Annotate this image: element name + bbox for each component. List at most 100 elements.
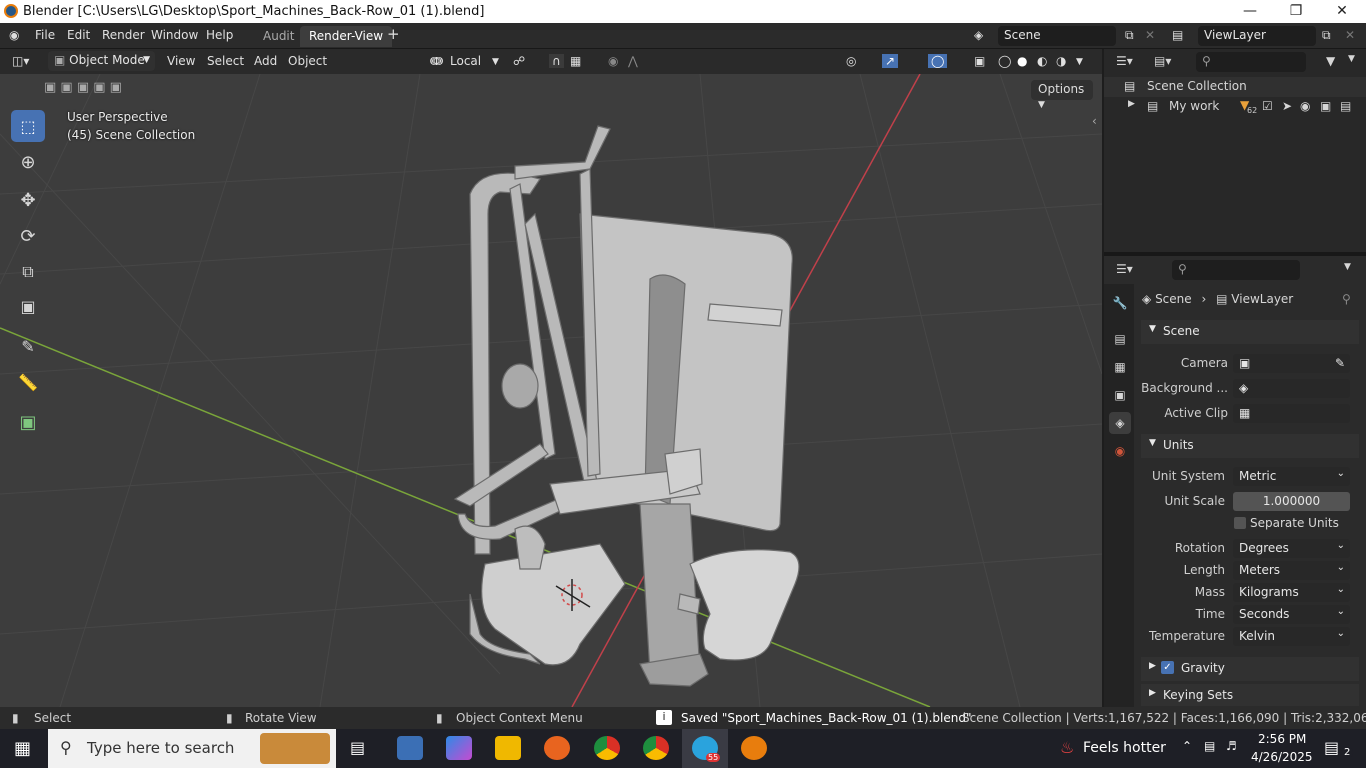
new-scene-icon[interactable]: ⧉ — [1125, 28, 1134, 43]
render-tab-icon[interactable]: ▤ — [1109, 328, 1131, 350]
snap-icon[interactable]: ∩ — [549, 54, 564, 68]
delete-viewlayer-icon[interactable]: ✕ — [1345, 28, 1355, 42]
checkbox-icon[interactable]: ☑ — [1262, 99, 1273, 113]
workspace-tab-audit[interactable]: Audit — [254, 26, 303, 47]
scale-tool[interactable]: ⧉ — [11, 256, 45, 288]
taskbar-search-box[interactable]: ⚲ Type here to search — [48, 729, 336, 768]
unit-system-dropdown[interactable]: Metric ⌄ — [1233, 467, 1350, 486]
overlay-toggle-icon[interactable]: ◯ — [928, 54, 948, 68]
units-panel-header[interactable]: ▼ Units — [1141, 434, 1359, 458]
gizmo-toggle-icon[interactable]: ↗ — [882, 54, 899, 68]
restore-button[interactable]: ❐ — [1273, 0, 1319, 23]
tool-tab-icon[interactable]: 🔧 — [1109, 292, 1131, 314]
files-app-icon[interactable] — [397, 736, 423, 760]
clock-date[interactable]: 4/26/2025 — [1251, 750, 1313, 764]
outliner-item-my-work[interactable]: ▶ ▤ My work ▼ 62 ☑ ➤ ◉ ▣ ▤ — [1104, 97, 1366, 117]
transform-tool[interactable]: ▣ — [11, 290, 45, 322]
expand-arrow-icon[interactable]: ▶ — [1128, 99, 1135, 109]
notifications-icon[interactable]: ▤ — [1324, 738, 1339, 757]
scene-selector[interactable]: Scene — [998, 26, 1116, 46]
viewlayer-selector[interactable]: ViewLayer — [1198, 26, 1316, 46]
cursor-tool[interactable]: ⊕ — [11, 146, 45, 178]
telegram-taskbar-button[interactable]: 55 — [682, 729, 728, 768]
mode-selector[interactable]: ▣ Object Mode ▼ — [48, 51, 155, 71]
menu-file[interactable]: File — [35, 28, 55, 42]
windows-start-icon[interactable]: ▦ — [14, 738, 31, 759]
volume-icon[interactable]: ♬ — [1226, 739, 1237, 753]
solid-shading-icon[interactable]: ● — [1017, 54, 1027, 68]
keying-sets-panel-header[interactable]: ▶ Keying Sets — [1141, 684, 1359, 706]
menu-help[interactable]: Help — [206, 28, 233, 42]
menu-render[interactable]: Render — [102, 28, 145, 42]
measure-tool[interactable]: 📏 — [11, 366, 45, 398]
mass-dropdown[interactable]: Kilograms ⌄ — [1233, 583, 1350, 602]
clock-time[interactable]: 2:56 PM — [1258, 732, 1306, 746]
selectable-arrow-icon[interactable]: ➤ — [1282, 99, 1292, 113]
rotate-tool[interactable]: ⟳ — [11, 220, 45, 252]
outliner-editor-icon[interactable]: ☰▾ — [1116, 54, 1133, 68]
select-box-tool[interactable]: ⬚ — [11, 110, 45, 142]
add-cube-tool[interactable]: ▣ — [11, 406, 45, 438]
camera-icon[interactable]: ▤ — [1340, 99, 1351, 113]
blender-taskbar-icon[interactable] — [741, 736, 767, 760]
pin-icon[interactable]: ⚲ — [1342, 292, 1351, 306]
scene-type-icon[interactable]: ◈ — [974, 28, 983, 42]
select-mode-icons[interactable]: ▣ ▣ ▣ ▣ ▣ — [44, 80, 122, 95]
weather-text[interactable]: Feels hotter — [1083, 740, 1166, 756]
viewlayer-type-icon[interactable]: ▤ — [1172, 28, 1183, 42]
scene-panel-header[interactable]: ▼ Scene — [1141, 320, 1359, 344]
pivot-icon[interactable]: ☍ — [513, 54, 525, 68]
eyedropper-icon[interactable]: ✎ — [1335, 356, 1345, 370]
menu-edit[interactable]: Edit — [67, 28, 90, 42]
active-clip-field[interactable]: ▦ — [1233, 404, 1350, 423]
snap-target-icon[interactable]: ▦ — [570, 54, 581, 68]
display-mode-icon[interactable]: ▤▾ — [1154, 54, 1171, 68]
chrome-profile-icon[interactable] — [643, 736, 669, 760]
properties-search-input[interactable]: ⚲ — [1172, 260, 1300, 280]
outliner-search-input[interactable]: ⚲ — [1196, 52, 1306, 72]
falloff-icon[interactable]: ⋀ — [628, 54, 638, 68]
blender-menu-icon[interactable]: ◉ — [9, 28, 19, 42]
scene-tab-icon[interactable]: ◈ — [1109, 412, 1131, 434]
options-dropdown[interactable]: Options ▼ — [1031, 80, 1093, 110]
network-icon[interactable]: ▤ — [1204, 739, 1215, 753]
unit-scale-field[interactable]: 1.000000 — [1233, 492, 1350, 511]
gravity-panel-header[interactable]: ▶ ✓ Gravity — [1141, 657, 1359, 681]
monitor-icon[interactable]: ▣ — [1320, 99, 1331, 113]
copilot-icon[interactable] — [446, 736, 472, 760]
visibility-icon[interactable]: ◎ — [846, 54, 856, 68]
chrome-icon[interactable] — [594, 736, 620, 760]
time-dropdown[interactable]: Seconds ⌄ — [1233, 605, 1350, 624]
eye-icon[interactable]: ◉ — [1300, 99, 1310, 113]
xray-toggle-icon[interactable]: ▣ — [974, 54, 985, 68]
output-tab-icon[interactable]: ▦ — [1109, 356, 1131, 378]
rendered-shading-icon[interactable]: ◑ — [1056, 54, 1066, 68]
world-tab-icon[interactable]: ◉ — [1109, 440, 1131, 462]
shading-options-icon[interactable]: ▼ — [1076, 57, 1083, 67]
firefox-icon[interactable] — [544, 736, 570, 760]
menu-view[interactable]: View — [167, 54, 195, 68]
menu-object[interactable]: Object — [288, 54, 327, 68]
close-button[interactable]: ✕ — [1319, 0, 1365, 23]
orientation-selector[interactable]: Local — [450, 54, 481, 68]
outliner-root-row[interactable]: ▤ Scene Collection — [1104, 77, 1366, 97]
proportional-edit-icon[interactable]: ◉ — [608, 54, 618, 68]
chevron-up-icon[interactable]: ⌃ — [1182, 739, 1192, 753]
delete-scene-icon[interactable]: ✕ — [1145, 28, 1155, 42]
add-workspace-button[interactable]: + — [387, 25, 400, 43]
new-viewlayer-icon[interactable]: ⧉ — [1322, 28, 1331, 43]
length-dropdown[interactable]: Meters ⌄ — [1233, 561, 1350, 580]
filter-icon[interactable]: ▼ — [1326, 54, 1335, 68]
file-explorer-icon[interactable] — [495, 736, 521, 760]
workspace-tab-render-view[interactable]: Render-View — [300, 26, 393, 47]
menu-select[interactable]: Select — [207, 54, 244, 68]
separate-units-checkbox[interactable] — [1234, 517, 1246, 529]
annotate-tool[interactable]: ✎ — [11, 330, 45, 362]
properties-editor-icon[interactable]: ☰▾ — [1116, 262, 1133, 276]
gravity-checkbox[interactable]: ✓ — [1161, 661, 1174, 674]
material-shading-icon[interactable]: ◐ — [1037, 54, 1047, 68]
rotation-dropdown[interactable]: Degrees ⌄ — [1233, 539, 1350, 558]
sidebar-toggle-icon[interactable]: ‹ — [1092, 114, 1097, 128]
camera-field[interactable]: ▣ ✎ — [1233, 354, 1350, 373]
task-view-icon[interactable]: ▤ — [350, 738, 365, 757]
